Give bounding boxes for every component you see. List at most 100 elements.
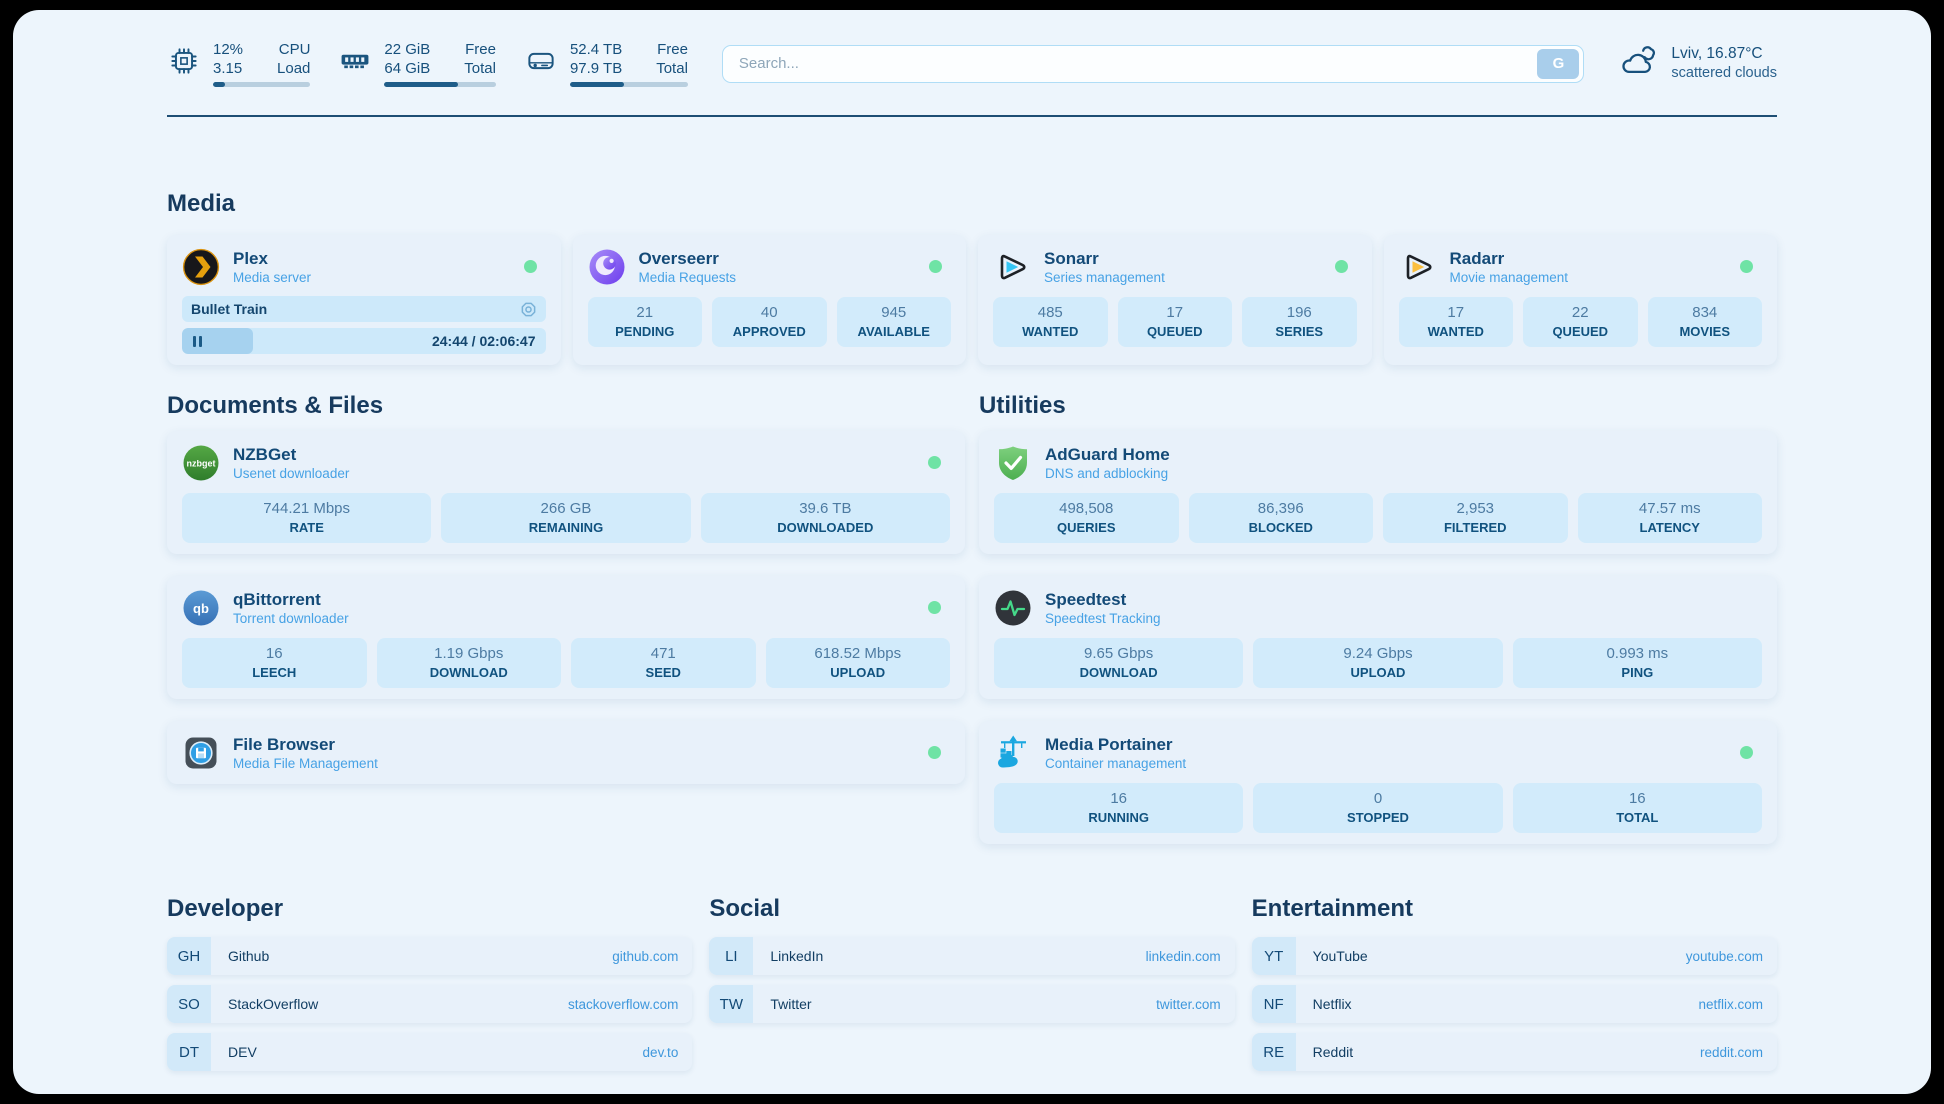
- disk-free-label: Free: [656, 40, 688, 59]
- status-online-dot: [928, 456, 941, 469]
- app-card-overseerr[interactable]: Overseerr Media Requests 21 PENDING 40 A…: [573, 235, 967, 365]
- app-subtitle: Media Requests: [639, 269, 737, 286]
- cpu-usage-value: 12%: [213, 40, 243, 59]
- memory-progress-fill: [384, 82, 458, 87]
- bookmark-stackoverflow[interactable]: SO StackOverflow stackoverflow.com: [167, 985, 692, 1023]
- stat-tile: 86,396 BLOCKED: [1189, 493, 1374, 543]
- memory-widget: 22 GiB Free 64 GiB Total: [338, 40, 496, 87]
- bookmark-url: github.com: [612, 949, 678, 964]
- speedtest-icon: [994, 589, 1032, 627]
- stat-tile: 21 PENDING: [588, 297, 703, 347]
- media-card-row: Plex Media server Bullet Train 24:44 / 0…: [167, 235, 1777, 365]
- memory-total-value: 64 GiB: [384, 59, 430, 78]
- stat-tile: 834 MOVIES: [1648, 297, 1763, 347]
- nzbget-icon: nzbget: [182, 444, 220, 482]
- app-subtitle: DNS and adblocking: [1045, 465, 1170, 482]
- app-card-portainer[interactable]: Media Portainer Container management 16 …: [979, 721, 1777, 844]
- cpu-load-label: Load: [277, 59, 310, 78]
- memory-free-value: 22 GiB: [384, 40, 430, 59]
- app-title: Radarr: [1450, 248, 1569, 269]
- disk-icon: [524, 44, 558, 83]
- bookmark-abbr: GH: [167, 937, 211, 975]
- app-subtitle: Series management: [1044, 269, 1165, 286]
- stat-tile: 16 RUNNING: [994, 783, 1243, 833]
- utilities-column: Utilities AdGuard Home DNS and a: [979, 365, 1777, 844]
- bookmark-abbr: LI: [709, 937, 753, 975]
- bookmark-name: LinkedIn: [770, 948, 823, 964]
- system-widgets: 12% CPU 3.15 Load: [167, 40, 688, 87]
- overseerr-icon: [588, 248, 626, 286]
- now-playing-tile: Bullet Train: [182, 296, 546, 322]
- section-title-developer: Developer: [167, 894, 692, 924]
- stat-tile: 266 GB REMAINING: [441, 493, 690, 543]
- app-card-adguard[interactable]: AdGuard Home DNS and adblocking 498,508 …: [979, 431, 1777, 554]
- bookmark-youtube[interactable]: YT YouTube youtube.com: [1252, 937, 1777, 975]
- bookmark-github[interactable]: GH Github github.com: [167, 937, 692, 975]
- sonarr-icon: [993, 248, 1031, 286]
- radarr-icon: [1399, 248, 1437, 286]
- app-card-nzbget[interactable]: nzbget NZBGet Usenet downloader 744.21 M…: [167, 431, 965, 554]
- status-online-dot: [929, 260, 942, 273]
- gear-icon: [520, 301, 537, 318]
- bookmark-dev[interactable]: DT DEV dev.to: [167, 1033, 692, 1071]
- bookmark-abbr: TW: [709, 985, 753, 1023]
- app-title: AdGuard Home: [1045, 444, 1170, 465]
- app-card-sonarr[interactable]: Sonarr Series management 485 WANTED 17 Q…: [978, 235, 1372, 365]
- app-title: File Browser: [233, 734, 378, 755]
- status-online-dot: [928, 746, 941, 759]
- search-input[interactable]: [722, 45, 1585, 83]
- stat-tile: 0.993 ms PING: [1513, 638, 1762, 688]
- bookmark-netflix[interactable]: NF Netflix netflix.com: [1252, 985, 1777, 1023]
- bookmark-twitter[interactable]: TW Twitter twitter.com: [709, 985, 1234, 1023]
- bookmark-abbr: YT: [1252, 937, 1296, 975]
- app-card-filebrowser[interactable]: File Browser Media File Management: [167, 721, 965, 784]
- bookmark-url: youtube.com: [1686, 949, 1763, 964]
- weather-location-temp: Lviv, 16.87°C: [1671, 44, 1777, 64]
- app-subtitle: Media File Management: [233, 755, 378, 772]
- stat-tile: 22 QUEUED: [1523, 297, 1638, 347]
- app-card-speedtest[interactable]: Speedtest Speedtest Tracking 9.65 Gbps D…: [979, 576, 1777, 699]
- google-search-button[interactable]: G: [1537, 49, 1579, 79]
- playback-time: 24:44 / 02:06:47: [432, 333, 546, 349]
- app-title: qBittorrent: [233, 589, 349, 610]
- stat-tile: 2,953 FILTERED: [1383, 493, 1568, 543]
- stat-tile: 498,508 QUERIES: [994, 493, 1179, 543]
- svg-text:qb: qb: [193, 601, 209, 616]
- stat-tile: 16 LEECH: [182, 638, 367, 688]
- disk-free-value: 52.4 TB: [570, 40, 622, 59]
- bookmark-reddit[interactable]: RE Reddit reddit.com: [1252, 1033, 1777, 1071]
- stat-tile: 47.57 ms LATENCY: [1578, 493, 1763, 543]
- bookmark-url: reddit.com: [1700, 1045, 1763, 1060]
- bookmark-abbr: DT: [167, 1033, 211, 1071]
- app-title: Speedtest: [1045, 589, 1161, 610]
- app-title: Media Portainer: [1045, 734, 1186, 755]
- app-subtitle: Media server: [233, 269, 311, 286]
- status-online-dot: [1740, 260, 1753, 273]
- status-online-dot: [524, 260, 537, 273]
- dashboard-page: 12% CPU 3.15 Load: [13, 10, 1931, 1094]
- portainer-icon: [994, 734, 1032, 772]
- app-card-plex[interactable]: Plex Media server Bullet Train 24:44 / 0…: [167, 235, 561, 365]
- stat-tile: 471 SEED: [571, 638, 756, 688]
- app-card-radarr[interactable]: Radarr Movie management 17 WANTED 22 QUE…: [1384, 235, 1778, 365]
- stat-tile: 16 TOTAL: [1513, 783, 1762, 833]
- cpu-icon: [167, 44, 201, 83]
- search-container: G: [722, 45, 1585, 83]
- bookmark-linkedin[interactable]: LI LinkedIn linkedin.com: [709, 937, 1234, 975]
- stat-tile: 9.65 Gbps DOWNLOAD: [994, 638, 1243, 688]
- section-title-documents: Documents & Files: [167, 391, 965, 421]
- stat-tile: 9.24 Gbps UPLOAD: [1253, 638, 1502, 688]
- disk-progress-fill: [570, 82, 624, 87]
- bookmark-url: dev.to: [643, 1045, 679, 1060]
- cpu-widget: 12% CPU 3.15 Load: [167, 40, 310, 87]
- section-title-social: Social: [709, 894, 1234, 924]
- disk-widget: 52.4 TB Free 97.9 TB Total: [524, 40, 688, 87]
- app-subtitle: Container management: [1045, 755, 1186, 772]
- app-title: Sonarr: [1044, 248, 1165, 269]
- qbittorrent-icon: qb: [182, 589, 220, 627]
- now-playing-title: Bullet Train: [191, 301, 267, 317]
- section-title-entertainment: Entertainment: [1252, 894, 1777, 924]
- disk-progress-bar: [570, 82, 688, 87]
- app-card-qbittorrent[interactable]: qb qBittorrent Torrent downloader 16 LEE…: [167, 576, 965, 699]
- app-title: NZBGet: [233, 444, 349, 465]
